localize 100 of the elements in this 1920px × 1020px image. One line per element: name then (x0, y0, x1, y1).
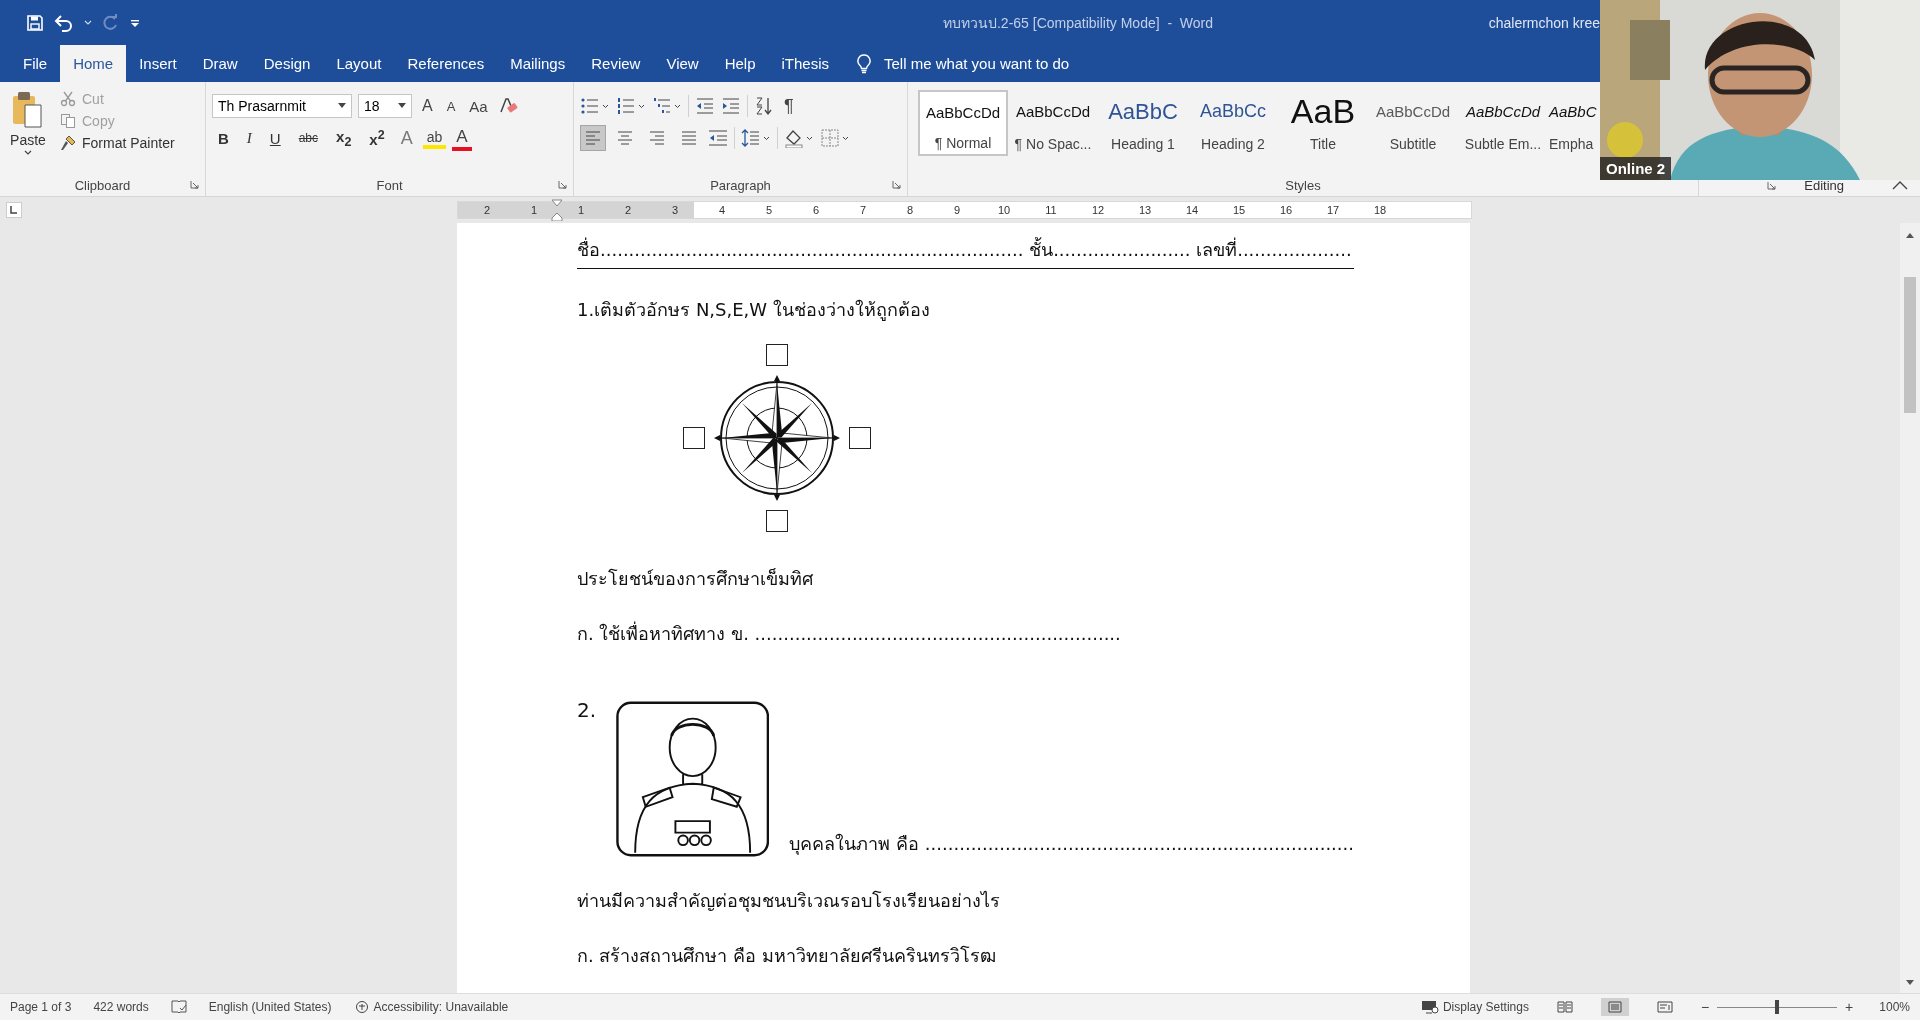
save-icon[interactable] (26, 13, 44, 32)
ribbon-tab[interactable]: Help (711, 45, 769, 82)
ribbon-tab[interactable]: View (653, 45, 712, 82)
ruler-number: 14 (1184, 203, 1200, 218)
word-count[interactable]: 422 words (93, 1000, 149, 1014)
dialog-launcher-icon[interactable] (892, 180, 901, 189)
zoom-level[interactable]: 100% (1879, 1000, 1910, 1014)
grow-font-button[interactable]: A (418, 95, 437, 117)
paragraph: ประโยชน์ของการศึกษาเข็มทิศ (577, 567, 814, 591)
style-item[interactable]: AaBbCcDd Subtle Em... (1458, 90, 1548, 156)
change-case-button[interactable]: Aa (465, 95, 492, 117)
ribbon-tab[interactable]: Design (250, 45, 324, 82)
ribbon-tab[interactable]: Draw (189, 45, 251, 82)
ruler-number: 11 (1044, 203, 1058, 218)
format-button[interactable]: U (263, 127, 287, 149)
show-formatting-button[interactable]: ¶ (780, 93, 798, 119)
paintbrush-icon (60, 135, 76, 151)
dialog-launcher-icon[interactable] (558, 180, 567, 189)
shrink-font-button[interactable]: A (442, 96, 460, 116)
font-color-button[interactable]: A (452, 125, 472, 151)
accessibility-status[interactable]: Accessibility: Unavailable (353, 1000, 509, 1014)
zoom-out-button[interactable]: − (1700, 999, 1710, 1015)
ribbon-tab[interactable]: Mailings (497, 45, 579, 82)
zoom-slider-thumb[interactable] (1775, 1000, 1780, 1014)
user-name[interactable]: chalermchon kree (1488, 14, 1600, 31)
dropdown-arrow-icon[interactable] (398, 103, 406, 109)
shading-icon[interactable] (784, 128, 814, 148)
style-item[interactable]: AaBbCcDd ¶ No Spac... (1008, 90, 1098, 156)
collapse-ribbon-icon[interactable] (1892, 180, 1908, 190)
proofing-icon[interactable] (170, 1000, 187, 1014)
tab-selector-icon[interactable] (6, 202, 22, 218)
scroll-down-icon[interactable] (1905, 979, 1915, 987)
style-item[interactable]: AaBbCcDd ¶ Normal (918, 90, 1008, 156)
style-item[interactable]: AaBbCc Heading 2 (1188, 90, 1278, 156)
format-button[interactable]: I (240, 127, 258, 149)
answer-box[interactable] (683, 427, 705, 449)
ruler-number: 18 (1372, 203, 1388, 218)
scrollbar-thumb[interactable] (1904, 277, 1916, 413)
indent-marker-icon[interactable] (551, 199, 563, 221)
customize-icon[interactable] (130, 17, 140, 28)
font-size-field[interactable]: 18 (358, 94, 412, 118)
paste-button[interactable]: Paste (6, 90, 50, 174)
align-center-icon (617, 131, 633, 145)
read-view-icon (1556, 1001, 1573, 1013)
display-settings-button[interactable]: Display Settings (1420, 1000, 1529, 1014)
ruler-number: 12 (1090, 203, 1106, 218)
ruler[interactable]: 2 1 1 2 3 4 5 6 7 8 9 10 11 12 13 14 15 16 17 18 (457, 201, 1472, 219)
undo-icon[interactable] (54, 13, 74, 32)
style-item[interactable]: AaBbCcDd Subtitle (1368, 90, 1458, 156)
tell-me-field[interactable]: Tell me what you want to do (856, 45, 1070, 82)
format-button[interactable]: x$^{2}$ (363, 126, 391, 150)
line-spacing-icon[interactable] (741, 128, 771, 148)
ruler-number: 6 (811, 203, 821, 218)
ribbon-tab[interactable]: Layout (323, 45, 395, 82)
scroll-up-icon[interactable] (1905, 231, 1915, 239)
format-button[interactable]: B (212, 127, 235, 149)
sort-icon[interactable] (754, 96, 774, 116)
language[interactable]: English (United States) (208, 1000, 332, 1014)
ribbon-tab[interactable]: iThesis (768, 45, 843, 82)
ribbon-tab[interactable]: Home (60, 45, 127, 82)
ribbon-tab[interactable]: Review (578, 45, 654, 82)
text-direction-icon[interactable] (708, 128, 728, 148)
ruler-number: 8 (905, 203, 915, 218)
ruler-number: 10 (996, 203, 1012, 218)
redo-icon (102, 13, 120, 32)
page-count[interactable]: Page 1 of 3 (10, 1000, 72, 1014)
ruler-number: 7 (858, 203, 868, 218)
scissors-icon (60, 91, 76, 107)
font-name-field[interactable]: Th Prasarnmit (212, 94, 352, 118)
decrease-indent-icon[interactable] (695, 96, 715, 116)
bullets-icon[interactable] (580, 96, 610, 116)
format-painter-button[interactable]: Format Painter (58, 134, 177, 152)
answer-box[interactable] (766, 344, 788, 366)
ribbon-tab[interactable]: Insert (126, 45, 190, 82)
participant-label: Online 2 (1600, 157, 1672, 180)
format-button[interactable]: abc (292, 129, 325, 147)
view-button[interactable] (1600, 998, 1629, 1016)
style-item[interactable]: AaBbC Empha (1548, 90, 1604, 156)
group-label: Styles (1285, 177, 1321, 193)
dialog-launcher-icon[interactable] (190, 180, 199, 189)
answer-box[interactable] (766, 510, 788, 532)
style-item[interactable]: AaBbC Heading 1 (1098, 90, 1188, 156)
zoom-in-button[interactable]: + (1845, 999, 1854, 1015)
answer-box[interactable] (849, 427, 871, 449)
web-view-icon (1656, 1001, 1673, 1013)
ribbon-tab[interactable]: File (10, 45, 61, 82)
multilevel-list-icon[interactable] (652, 96, 682, 116)
editing-button[interactable]: Editing (1804, 177, 1864, 193)
numbering-icon[interactable] (616, 96, 646, 116)
dropdown-arrow-icon[interactable] (338, 103, 346, 109)
print-view-icon (1606, 1001, 1623, 1013)
caret-icon[interactable] (84, 19, 92, 26)
dialog-launcher-icon[interactable] (1767, 180, 1777, 190)
increase-indent-icon[interactable] (721, 96, 741, 116)
format-button[interactable]: x$_{2}$ (330, 125, 358, 151)
highlight-button[interactable]: ab (422, 127, 447, 149)
text-effects-button[interactable]: A (396, 125, 417, 151)
ruler-number: 3 (670, 203, 680, 218)
ribbon-tab[interactable]: References (394, 45, 498, 82)
style-item[interactable]: AaB Title (1278, 90, 1368, 156)
